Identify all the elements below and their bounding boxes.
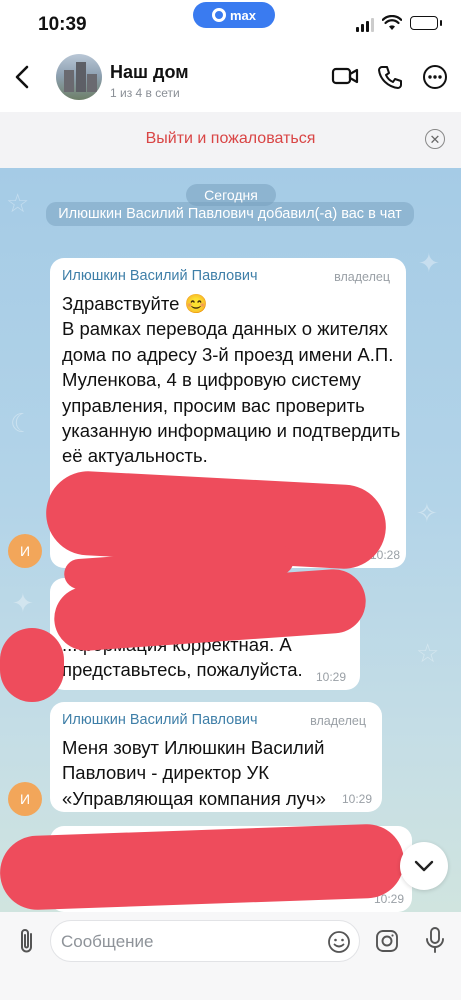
sender-name[interactable]: Илюшкин Василий Павлович bbox=[62, 268, 258, 284]
message-input-field[interactable] bbox=[50, 920, 360, 962]
cellular-signal-icon bbox=[356, 18, 374, 32]
message-bubble[interactable]: Илюшкин Василий Павлович владелец Меня з… bbox=[50, 702, 382, 812]
doodle-icon: ✦ bbox=[12, 588, 34, 618]
doodle-icon: ☾ bbox=[10, 408, 34, 438]
more-icon[interactable] bbox=[422, 64, 448, 90]
max-pill-label: max bbox=[229, 7, 257, 23]
sender-avatar[interactable]: И bbox=[8, 534, 42, 568]
max-logo-icon bbox=[211, 8, 226, 22]
wifi-icon bbox=[382, 15, 402, 30]
doodle-icon: ☆ bbox=[416, 638, 440, 668]
system-message: Илюшкин Василий Павлович добавил(-а) вас… bbox=[46, 202, 414, 226]
scroll-down-button[interactable] bbox=[400, 842, 448, 890]
max-app-pill[interactable]: max bbox=[193, 2, 275, 28]
message-input[interactable] bbox=[61, 930, 321, 954]
video-call-icon[interactable] bbox=[331, 64, 359, 88]
redaction-mark bbox=[0, 822, 406, 912]
status-bar: 10:39 max bbox=[0, 0, 461, 46]
doodle-icon: ☆ bbox=[6, 188, 30, 218]
doodle-icon: ✧ bbox=[416, 498, 438, 528]
group-avatar[interactable] bbox=[56, 54, 102, 100]
chat-title[interactable]: Наш дом bbox=[110, 62, 189, 83]
chat-online-status: 1 из 4 в сети bbox=[110, 86, 180, 100]
status-time: 10:39 bbox=[38, 14, 87, 35]
microphone-icon[interactable] bbox=[424, 926, 446, 956]
chat-area[interactable]: ☆ ✦ ☾ ✧ ☆ ✦ Сегодня Илюшкин Василий Павл… bbox=[0, 168, 461, 912]
sender-role: владелец bbox=[310, 714, 366, 728]
message-text: Здравствуйте 😊 В рамках перевода данных … bbox=[62, 293, 401, 467]
phone-icon[interactable] bbox=[377, 64, 403, 90]
message-time: 10:29 bbox=[315, 670, 346, 684]
message-text: Меня зовут Илюшкин Василий Павлович - ди… bbox=[62, 737, 326, 809]
sender-role: владелец bbox=[334, 270, 390, 284]
battery-icon bbox=[410, 16, 442, 30]
attach-icon[interactable] bbox=[16, 926, 38, 956]
leave-and-report-link[interactable]: Выйти и пожаловаться bbox=[0, 130, 461, 148]
sender-avatar[interactable]: И bbox=[8, 782, 42, 816]
camera-icon[interactable] bbox=[375, 929, 399, 953]
report-banner: Выйти и пожаловаться ✕ bbox=[0, 112, 461, 168]
message-time: 10:29 bbox=[341, 792, 372, 806]
chat-header: Наш дом 1 из 4 в сети bbox=[0, 46, 461, 112]
close-icon[interactable]: ✕ bbox=[425, 129, 445, 149]
sender-name[interactable]: Илюшкин Василий Павлович bbox=[62, 712, 258, 728]
sticker-icon[interactable] bbox=[327, 930, 351, 954]
chevron-down-icon bbox=[414, 860, 434, 872]
message-input-bar bbox=[0, 912, 461, 1000]
redaction-mark bbox=[0, 628, 64, 702]
doodle-icon: ✦ bbox=[418, 248, 440, 278]
back-arrow-icon[interactable] bbox=[12, 64, 34, 90]
